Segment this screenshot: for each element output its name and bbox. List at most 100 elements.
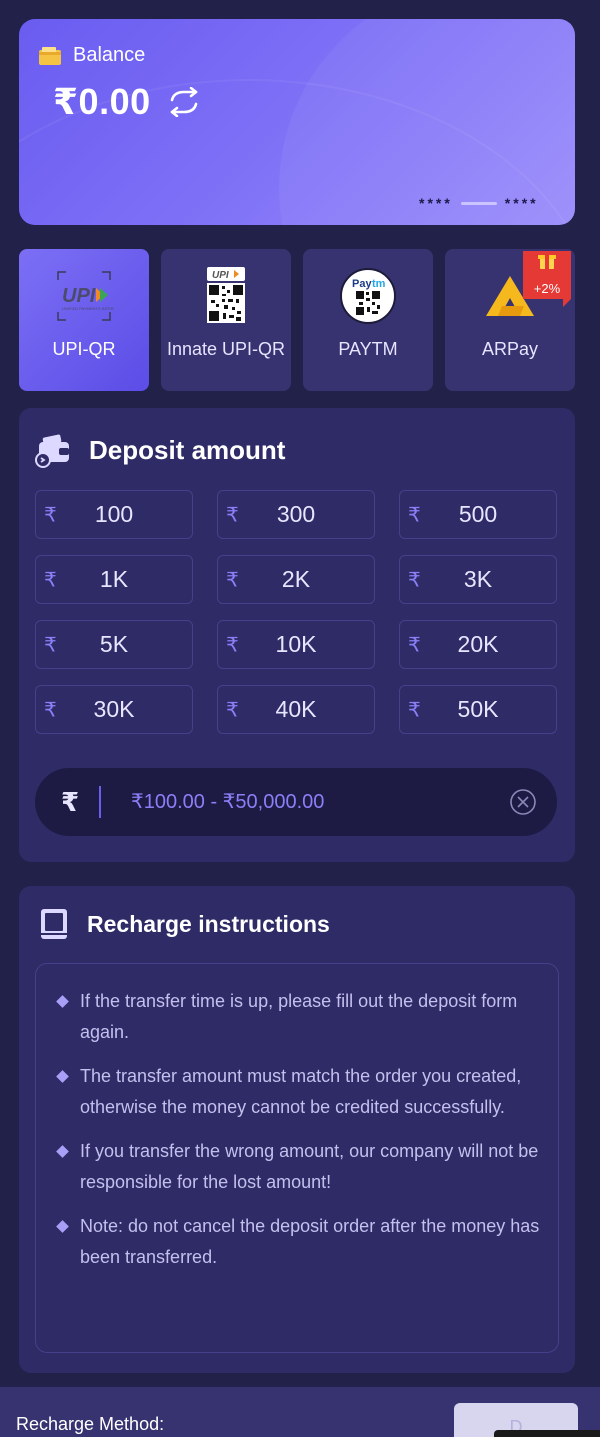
rupee-icon: ₹ [44,699,57,721]
rupee-icon: ₹ [61,786,80,817]
method-label: Innate UPI-QR [166,339,286,359]
amount-input[interactable] [131,790,509,814]
amount-option[interactable]: ₹2K [217,555,375,604]
bonus-label: +2% [533,281,561,296]
svg-text:UPI: UPI [62,285,96,307]
gift-badge-icon [523,251,571,307]
method-label: ARPay [481,339,539,359]
rupee-icon: ₹ [408,699,421,721]
amount-option[interactable]: ₹5K [35,620,193,669]
rupee-icon: ₹ [408,634,421,656]
amount-option[interactable]: ₹1K [35,555,193,604]
card-number-mask: **** **** [419,195,539,211]
rupee-icon: ₹ [408,569,421,591]
method-upi-qr[interactable]: UPI UNIFIED PAYMENTS INTERFACE UPI-QR [19,249,149,391]
amount-option[interactable]: ₹40K [217,685,375,734]
mask-right: **** [504,195,539,211]
book-icon [41,909,67,939]
method-label: PAYTM [338,339,398,359]
recharge-method-label: Recharge Method: [16,1414,165,1434]
balance-header: Balance [39,44,145,67]
amount-value: 40K [275,696,317,722]
method-icon-wrap: UPI [206,267,246,325]
svg-text:UNIFIED PAYMENTS INTERFACE: UNIFIED PAYMENTS INTERFACE [62,306,114,311]
amount-value: 5K [99,631,129,657]
amount-option[interactable]: ₹30K [35,685,193,734]
svg-text:Pay: Pay [352,278,372,290]
instructions-panel: Recharge instructions If the transfer ti… [19,886,575,1373]
amount-value: 2K [281,566,311,592]
upi-qr-code-icon: UPI [207,267,245,323]
list-item: The transfer amount must match the order… [56,1061,546,1123]
clear-icon[interactable] [509,788,537,816]
rupee-icon: ₹ [226,569,239,591]
rupee-icon: ₹ [44,569,57,591]
deposit-panel: Deposit amount ₹100 ₹300 ₹500 ₹1K ₹2K ₹3… [19,408,575,862]
rupee-icon: ₹ [226,504,239,526]
instructions-title-row: Recharge instructions [39,908,330,940]
upi-icon: UPI UNIFIED PAYMENTS INTERFACE [57,271,114,321]
list-item: Note: do not cancel the deposit order af… [56,1211,546,1273]
amount-grid: ₹100 ₹300 ₹500 ₹1K ₹2K ₹3K ₹5K ₹10K ₹20K… [35,490,557,734]
amount-option[interactable]: ₹500 [399,490,557,539]
svg-text:tm: tm [372,278,386,290]
list-item: If you transfer the wrong amount, our co… [56,1136,546,1198]
balance-amount: ₹0.00 [53,81,151,122]
amount-value: 500 [458,501,498,527]
amount-input-wrap: ₹ [35,768,557,836]
bonus-badge: +2% [523,251,571,307]
amount-value: 100 [94,501,134,527]
bullet-diamond-icon [56,1070,69,1083]
amount-option[interactable]: ₹50K [399,685,557,734]
bullet-diamond-icon [56,995,69,1008]
bullet-diamond-icon [56,1220,69,1233]
amount-value: 20K [457,631,499,657]
rupee-icon: ₹ [226,699,239,721]
svg-text:UPI: UPI [212,270,229,281]
amount-value: 1K [99,566,129,592]
amount-value: 10K [275,631,317,657]
deposit-wallet-icon [35,434,69,468]
instructions-box: If the transfer time is up, please fill … [35,963,559,1353]
rupee-icon: ₹ [226,634,239,656]
instruction-text: If the transfer time is up, please fill … [80,991,518,1042]
payment-methods: UPI UNIFIED PAYMENTS INTERFACE UPI-QR UP… [19,249,575,391]
method-innate-upi-qr[interactable]: UPI Innate UPI-QR [161,249,291,391]
amount-option[interactable]: ₹3K [399,555,557,604]
amount-option[interactable]: ₹100 [35,490,193,539]
wallet-icon [39,46,61,65]
balance-label: Balance [73,44,146,66]
amount-option[interactable]: ₹300 [217,490,375,539]
balance-amount-row: ₹0.00 [53,81,201,123]
amount-option[interactable]: ₹20K [399,620,557,669]
instructions-list: If the transfer time is up, please fill … [56,986,546,1286]
scrollbar-thumb[interactable] [494,1430,600,1437]
rupee-icon: ₹ [44,634,57,656]
rupee-icon: ₹ [44,504,57,526]
list-item: If the transfer time is up, please fill … [56,986,546,1048]
paytm-qr-icon: Pay tm [340,268,396,324]
amount-value: 30K [93,696,135,722]
method-arpay[interactable]: ARPay +2% [445,249,575,391]
rupee-icon: ₹ [408,504,421,526]
amount-value: 50K [457,696,499,722]
refresh-icon[interactable] [167,87,201,117]
method-label: UPI-QR [52,339,116,359]
method-icon-wrap: UPI UNIFIED PAYMENTS INTERFACE [54,267,114,325]
amount-value: 3K [463,566,493,592]
balance-card: Balance ₹0.00 **** **** [19,19,575,225]
deposit-title: Deposit amount [89,434,286,465]
instructions-title: Recharge instructions [87,910,330,937]
mask-divider [460,201,497,205]
instruction-text: The transfer amount must match the order… [80,1066,522,1117]
bullet-diamond-icon [56,1145,69,1158]
instruction-text: If you transfer the wrong amount, our co… [80,1141,539,1192]
amount-value: 300 [276,501,316,527]
deposit-title-row: Deposit amount [35,432,285,468]
input-divider [99,786,101,818]
amount-option[interactable]: ₹10K [217,620,375,669]
mask-left: **** [419,195,453,211]
method-paytm[interactable]: Pay tm PAYTM [303,249,433,391]
method-icon-wrap: Pay tm [339,267,397,325]
instruction-text: Note: do not cancel the deposit order af… [80,1216,540,1267]
